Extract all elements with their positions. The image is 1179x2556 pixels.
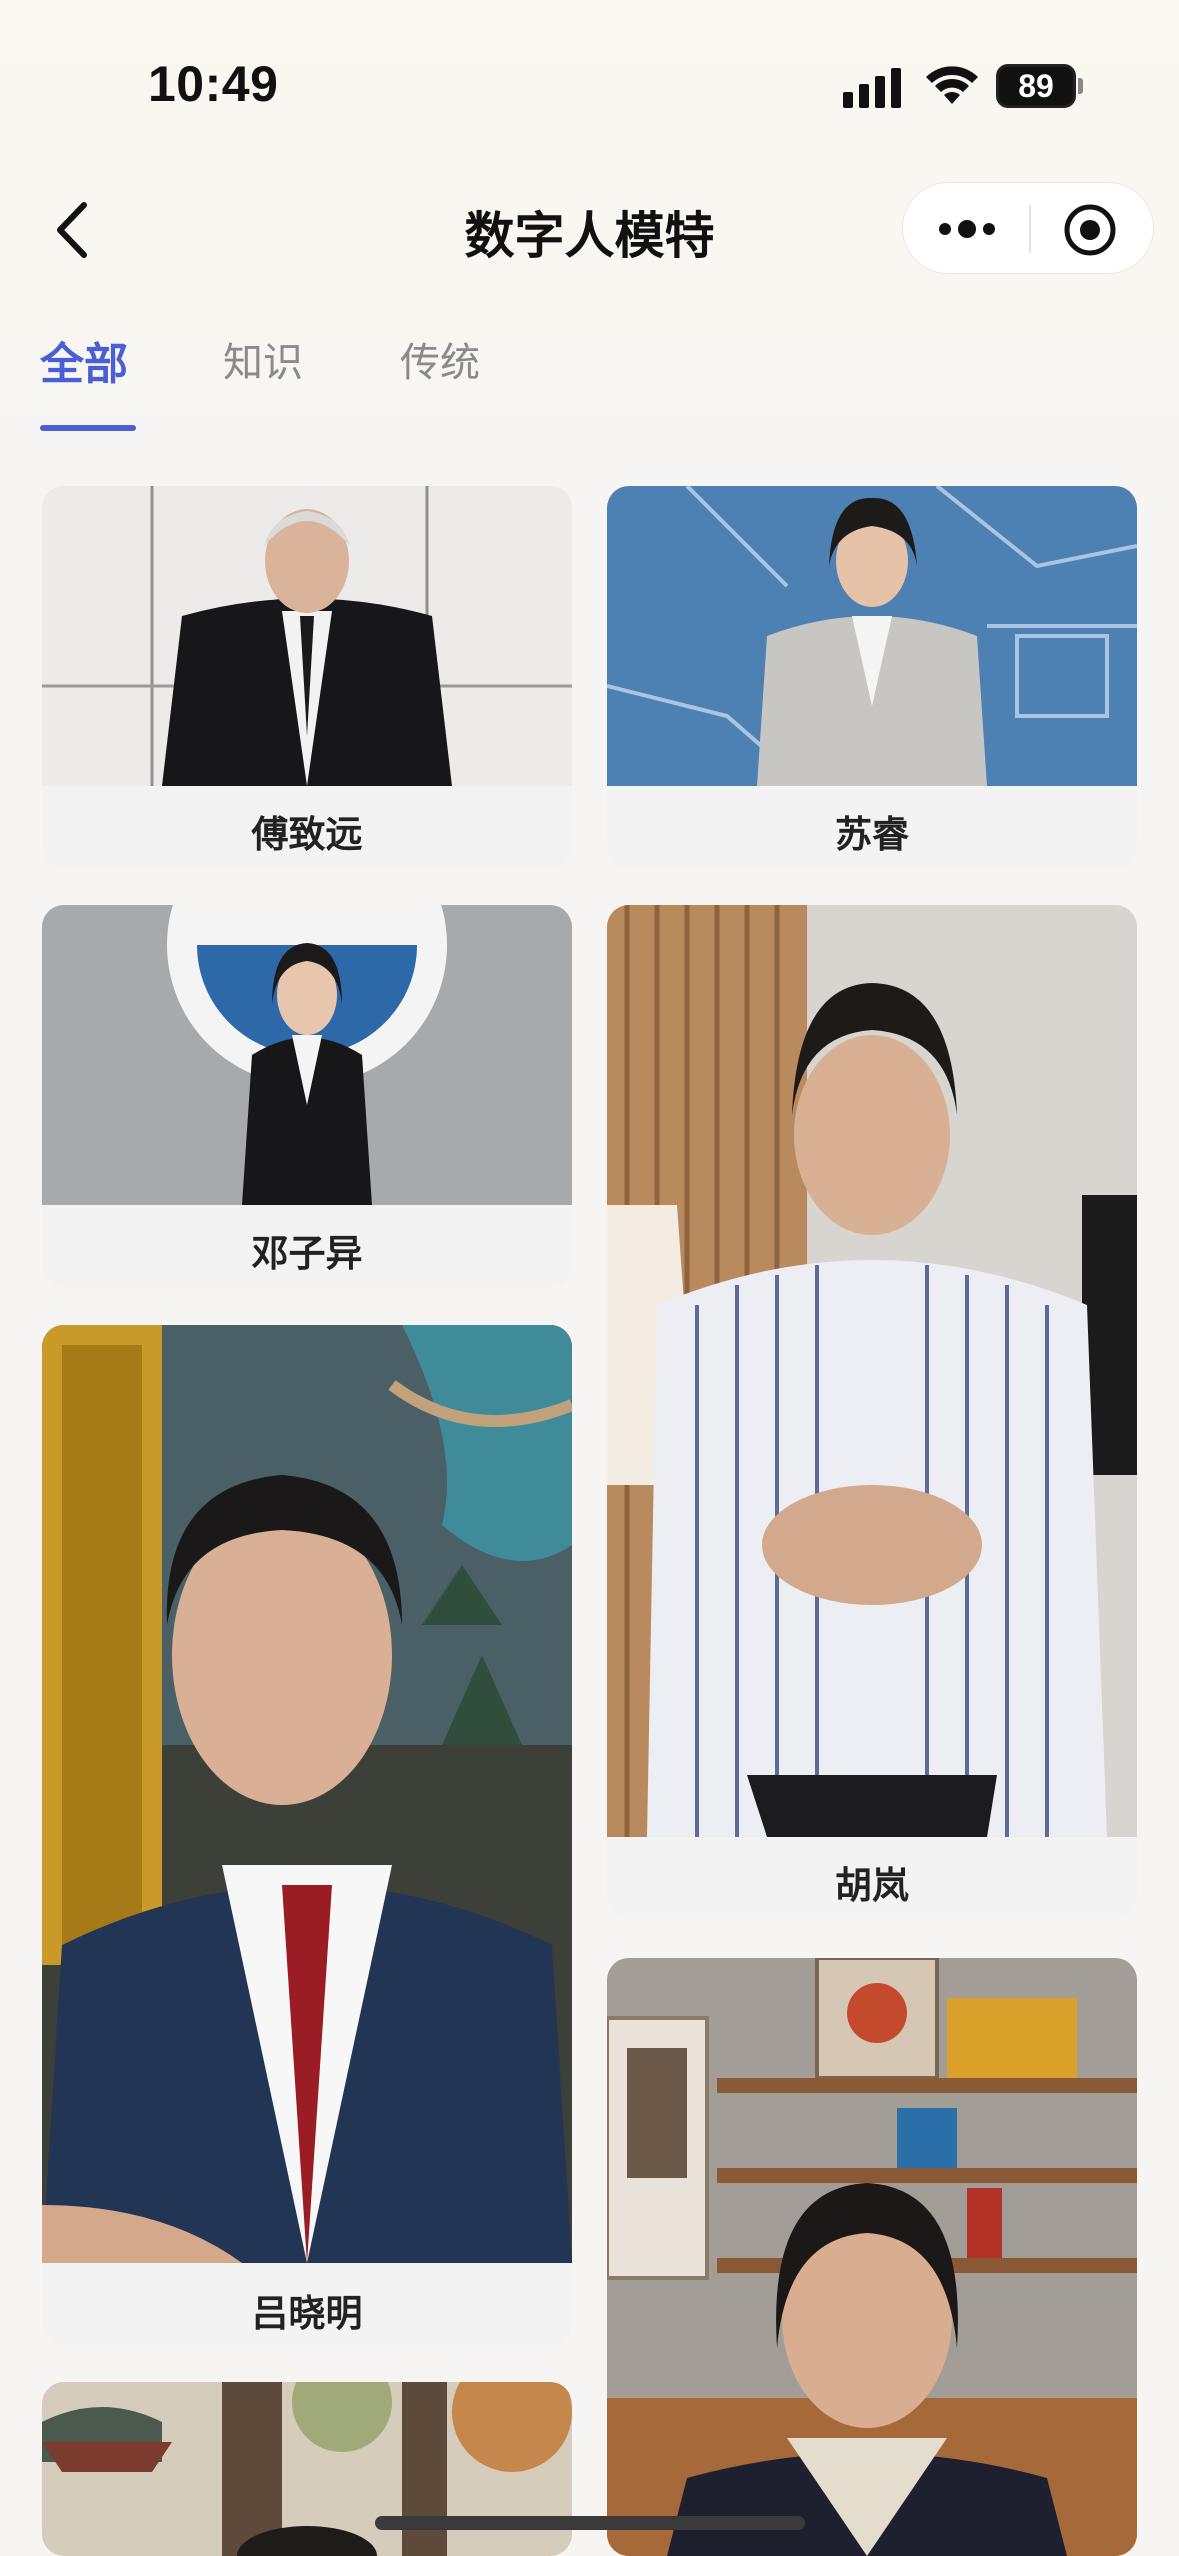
model-card[interactable]: 苏睿 <box>607 486 1137 868</box>
model-photo <box>42 905 572 1205</box>
model-photo <box>607 1958 1137 2556</box>
model-name: 傅致远 <box>251 813 363 856</box>
model-name: 胡岚 <box>835 1864 909 1907</box>
model-name: 邓子异 <box>251 1232 363 1275</box>
tab-traditional[interactable]: 传统 <box>400 330 480 388</box>
home-indicator <box>375 2516 805 2530</box>
model-card[interactable]: 胡岚 <box>607 905 1137 1918</box>
model-card[interactable] <box>607 1958 1137 2556</box>
active-tab-indicator <box>40 425 136 431</box>
model-card[interactable]: 傅致远 <box>42 486 572 868</box>
battery-level: 89 <box>1018 67 1054 104</box>
wifi-icon <box>926 66 978 104</box>
model-photo <box>607 486 1137 786</box>
model-photo <box>607 905 1137 1837</box>
cellular-signal-icon <box>843 68 901 108</box>
model-photo <box>42 486 572 786</box>
model-photo <box>42 1325 572 2263</box>
model-card[interactable]: 邓子异 <box>42 905 572 1287</box>
model-name: 吕晓明 <box>251 2292 363 2335</box>
battery-tip <box>1078 78 1083 94</box>
miniprogram-capsule <box>902 182 1154 274</box>
tab-knowledge[interactable]: 知识 <box>223 330 303 388</box>
model-card[interactable]: 吕晓明 <box>42 1325 572 2345</box>
close-miniprogram-icon[interactable] <box>1063 203 1117 257</box>
capsule-divider <box>1029 205 1031 253</box>
status-time: 10:49 <box>148 56 279 112</box>
more-options-icon[interactable] <box>935 213 999 245</box>
model-name: 苏睿 <box>835 813 909 856</box>
battery-icon: 89 <box>996 64 1076 108</box>
tab-all[interactable]: 全部 <box>40 328 128 392</box>
